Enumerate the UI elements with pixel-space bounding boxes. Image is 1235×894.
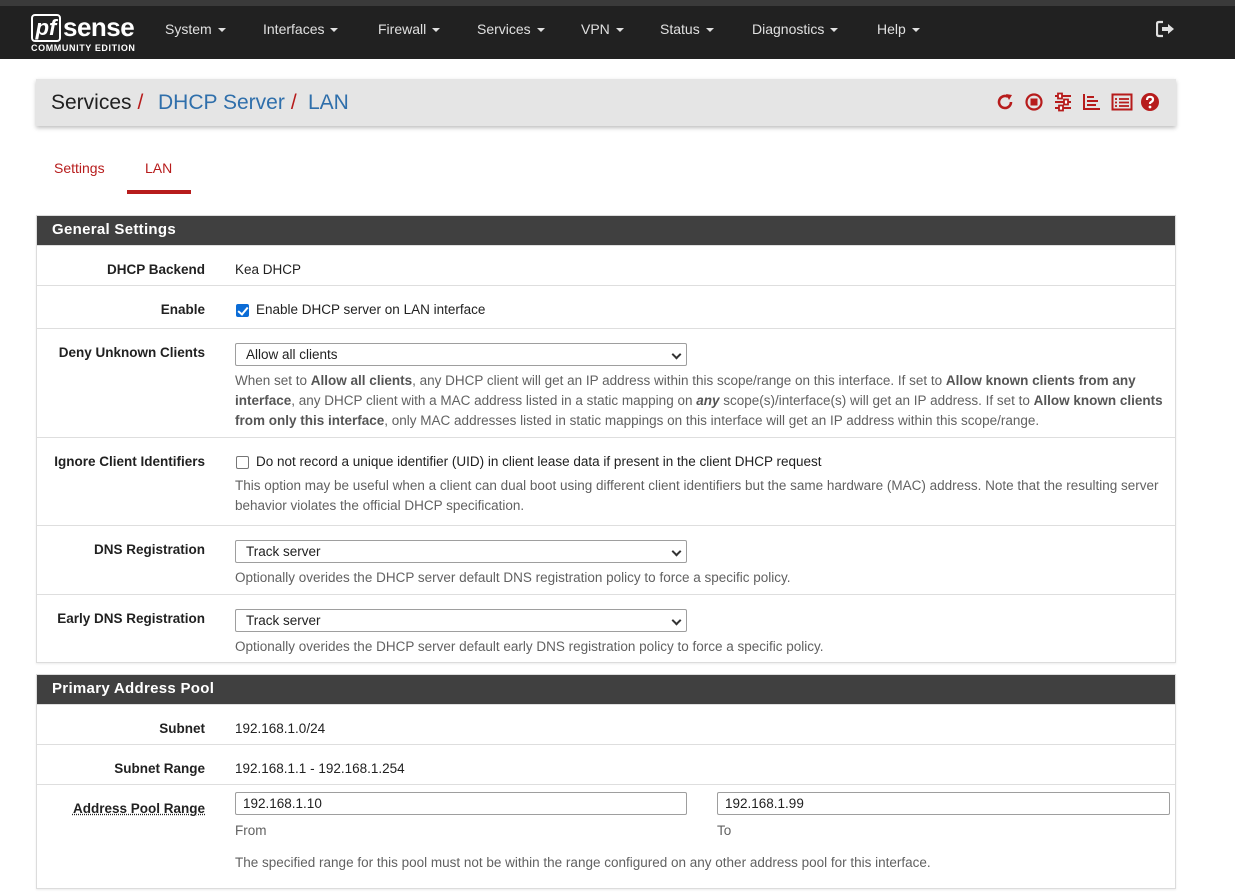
early-dns-help: Optionally overides the DHCP server defa…: [235, 639, 824, 654]
tab-lan[interactable]: LAN: [145, 160, 172, 176]
breadcrumb: Services / DHCP Server / LAN: [36, 79, 1176, 126]
sliders-icon[interactable]: [1053, 92, 1074, 113]
enable-checkbox-label[interactable]: Enable DHCP server on LAN interface: [256, 302, 485, 317]
nav-diagnostics[interactable]: Diagnostics: [752, 21, 839, 37]
nav-firewall[interactable]: Firewall: [378, 21, 441, 37]
list-icon[interactable]: [1111, 92, 1133, 113]
dns-registration-help: Optionally overides the DHCP server defa…: [235, 570, 791, 585]
nav-status[interactable]: Status: [660, 21, 714, 37]
dns-registration-row: DNS Registration Track server Optionally…: [37, 525, 1175, 594]
logo-mark: pf: [31, 14, 61, 42]
chevron-down-icon: [671, 349, 682, 360]
breadcrumb-dhcp-server[interactable]: DHCP Server /: [158, 91, 297, 115]
subnet-range-row: Subnet Range 192.168.1.1 - 192.168.1.254: [37, 744, 1175, 784]
caret-down-icon: [615, 28, 624, 33]
subnet-value: 192.168.1.0/24: [235, 721, 326, 736]
deny-unknown-row: Deny Unknown Clients Allow all clients W…: [37, 328, 1175, 437]
nav-system[interactable]: System: [165, 21, 226, 37]
early-dns-row: Early DNS Registration Track server Opti…: [37, 594, 1175, 663]
nav-interfaces[interactable]: Interfaces: [263, 21, 339, 37]
subnet-row: Subnet 192.168.1.0/24: [37, 704, 1175, 744]
address-pool-range-row: Address Pool Range 192.168.1.10 192.168.…: [37, 784, 1175, 894]
subnet-range-label: Subnet Range: [114, 761, 205, 776]
pool-from-label: From: [235, 823, 267, 838]
logo-word: sense: [63, 12, 135, 42]
early-dns-select[interactable]: Track server: [235, 609, 687, 632]
caret-down-icon: [705, 28, 714, 33]
log-icon[interactable]: [1082, 92, 1103, 113]
pfsense-logo[interactable]: pf sense COMMUNITY EDITION: [31, 12, 141, 56]
caret-down-icon: [330, 28, 339, 33]
caret-down-icon: [830, 28, 839, 33]
deny-unknown-help: When set to Allow all clients, any DHCP …: [235, 373, 1163, 428]
pool-from-input[interactable]: 192.168.1.10: [235, 792, 687, 815]
breadcrumb-services: Services /: [51, 91, 144, 114]
nav-help[interactable]: Help: [877, 21, 920, 37]
general-settings-panel: General Settings DHCP Backend Kea DHCP E…: [36, 215, 1176, 663]
panel-title: Primary Address Pool: [37, 675, 1175, 704]
ignore-client-checkbox-label[interactable]: Do not record a unique identifier (UID) …: [256, 454, 822, 469]
primary-address-pool-panel: Primary Address Pool Subnet 192.168.1.0/…: [36, 674, 1176, 889]
early-dns-label: Early DNS Registration: [57, 611, 205, 626]
top-navbar: pf sense COMMUNITY EDITION System Interf…: [0, 0, 1235, 59]
deny-unknown-select[interactable]: Allow all clients: [235, 343, 687, 366]
panel-title: General Settings: [37, 216, 1175, 245]
subnet-label: Subnet: [159, 721, 205, 736]
stop-icon[interactable]: [1024, 92, 1045, 113]
ignore-client-checkbox[interactable]: [236, 456, 249, 469]
address-pool-range-help: The specified range for this pool must n…: [235, 855, 931, 870]
restart-icon[interactable]: [995, 92, 1016, 113]
nav-services[interactable]: Services: [477, 21, 545, 37]
subnet-range-value: 192.168.1.1 - 192.168.1.254: [235, 761, 405, 776]
active-tab-indicator: [127, 190, 191, 194]
caret-down-icon: [217, 28, 226, 33]
ignore-client-label: Ignore Client Identifiers: [54, 454, 205, 469]
help-icon[interactable]: [1140, 92, 1161, 113]
nav-vpn[interactable]: VPN: [581, 21, 624, 37]
ignore-client-row: Ignore Client Identifiers Do not record …: [37, 437, 1175, 525]
chevron-down-icon: [671, 546, 682, 557]
caret-down-icon: [432, 28, 441, 33]
dns-registration-label: DNS Registration: [93, 542, 205, 557]
enable-row: Enable Enable DHCP server on LAN interfa…: [37, 285, 1175, 328]
ignore-client-help: This option may be useful when a client …: [235, 478, 1159, 513]
breadcrumb-lan[interactable]: LAN: [308, 91, 349, 115]
chevron-down-icon: [671, 615, 682, 626]
logo-edition: COMMUNITY EDITION: [31, 43, 136, 53]
dhcp-backend-row: DHCP Backend Kea DHCP: [37, 245, 1175, 285]
sign-out-icon[interactable]: [1155, 20, 1178, 40]
caret-down-icon: [911, 28, 920, 33]
enable-checkbox[interactable]: [236, 304, 249, 317]
pool-to-label: To: [717, 823, 732, 838]
dhcp-backend-label: DHCP Backend: [106, 262, 205, 277]
tab-settings[interactable]: Settings: [54, 160, 105, 176]
address-pool-range-label[interactable]: Address Pool Range: [37, 801, 205, 816]
pool-to-input[interactable]: 192.168.1.99: [717, 792, 1170, 815]
tab-bar: Settings LAN: [36, 150, 636, 195]
deny-unknown-label: Deny Unknown Clients: [58, 345, 205, 360]
dhcp-backend-value: Kea DHCP: [235, 262, 302, 277]
caret-down-icon: [536, 28, 545, 33]
dns-registration-select[interactable]: Track server: [235, 540, 687, 563]
enable-label: Enable: [160, 302, 205, 317]
